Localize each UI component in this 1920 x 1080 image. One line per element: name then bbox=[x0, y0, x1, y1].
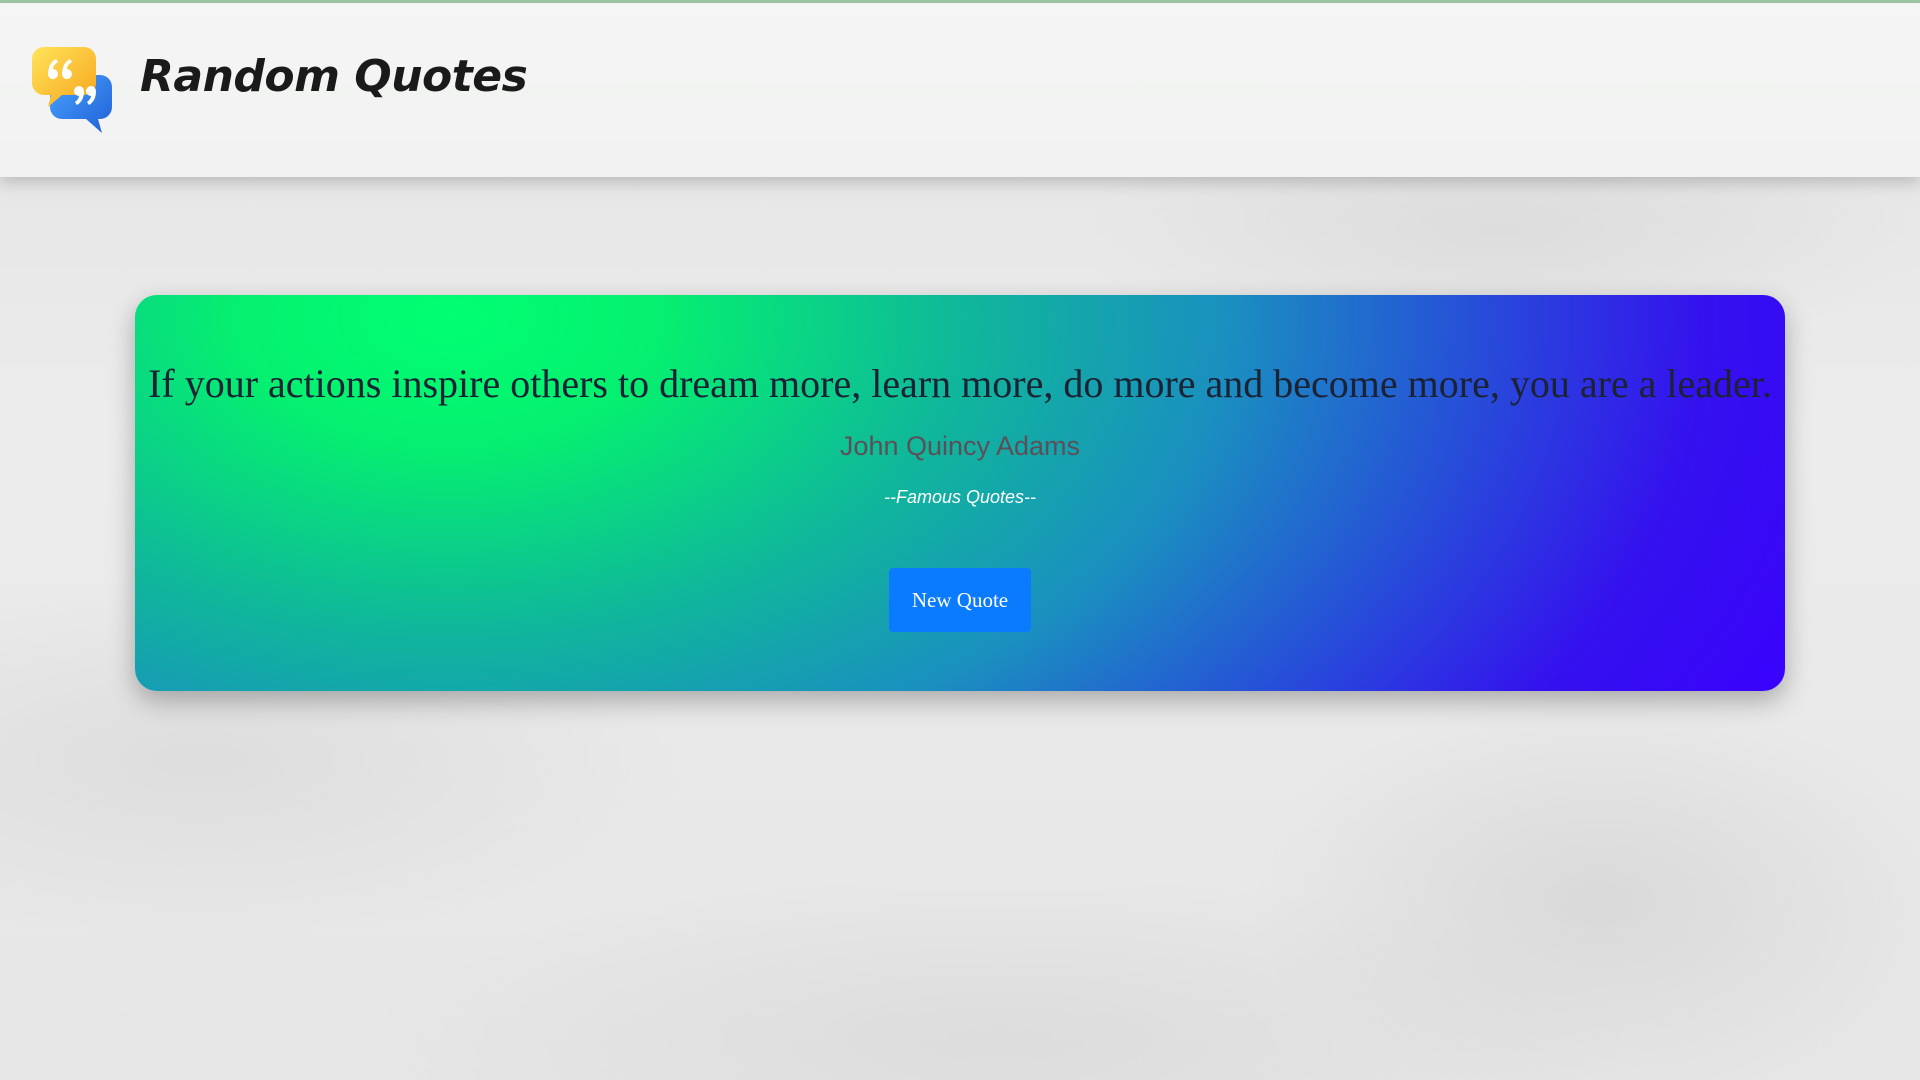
quote-speech-bubbles-icon bbox=[32, 47, 112, 133]
quote-author: John Quincy Adams bbox=[839, 431, 1081, 461]
app-header: Random Quotes bbox=[0, 3, 1920, 177]
new-quote-button[interactable]: New Quote bbox=[889, 568, 1031, 632]
quote-text: If your actions inspire others to dream … bbox=[148, 361, 1772, 406]
quote-card: If your actions inspire others to dream … bbox=[135, 295, 1785, 691]
quote-source: --Famous Quotes-- bbox=[883, 487, 1037, 507]
app-title: Random Quotes bbox=[140, 51, 528, 102]
